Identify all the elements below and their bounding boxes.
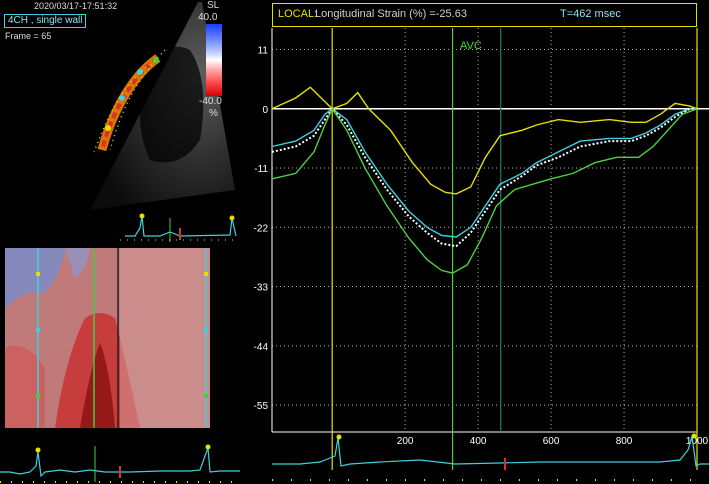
x-tick-label: 600 (543, 436, 560, 447)
local-label: LOCAL: (278, 8, 318, 20)
y-tick-label: -55 (254, 401, 269, 412)
chart-ecg-trace (272, 435, 709, 467)
strain-readout: Longitudinal Strain (%) =-25.63 (315, 8, 467, 20)
strain-series-3 (271, 107, 697, 248)
chart-markers (331, 28, 698, 470)
y-tick-label: -44 (254, 342, 269, 353)
avc-label: AVC (460, 40, 482, 52)
time-readout: T=462 msec (560, 8, 621, 20)
chart-series (271, 86, 698, 274)
strain-series-2 (271, 107, 697, 238)
x-tick-label: 800 (616, 436, 633, 447)
chart-ecg-strip[interactable] (272, 433, 709, 481)
y-tick-label: 11 (258, 46, 269, 57)
y-tick-label: -11 (254, 164, 268, 175)
y-tick-label: 0 (262, 105, 268, 116)
chart-tick-labels: 110-11-22-33-44-55200 400 600 800 1000 (254, 46, 709, 447)
chart-ecg-start-dot[interactable] (336, 434, 342, 440)
chart-ecg-end-dot[interactable] (691, 433, 697, 439)
x-tick-label: 200 (397, 436, 414, 447)
strain-series-4 (271, 107, 698, 274)
y-tick-label: -33 (254, 283, 269, 294)
strain-curve-chart[interactable]: 110-11-22-33-44-55200 400 600 800 1000 (0, 0, 709, 484)
chart-grid (271, 28, 709, 433)
x-tick-label: 400 (470, 436, 487, 447)
y-tick-label: -22 (254, 223, 269, 234)
